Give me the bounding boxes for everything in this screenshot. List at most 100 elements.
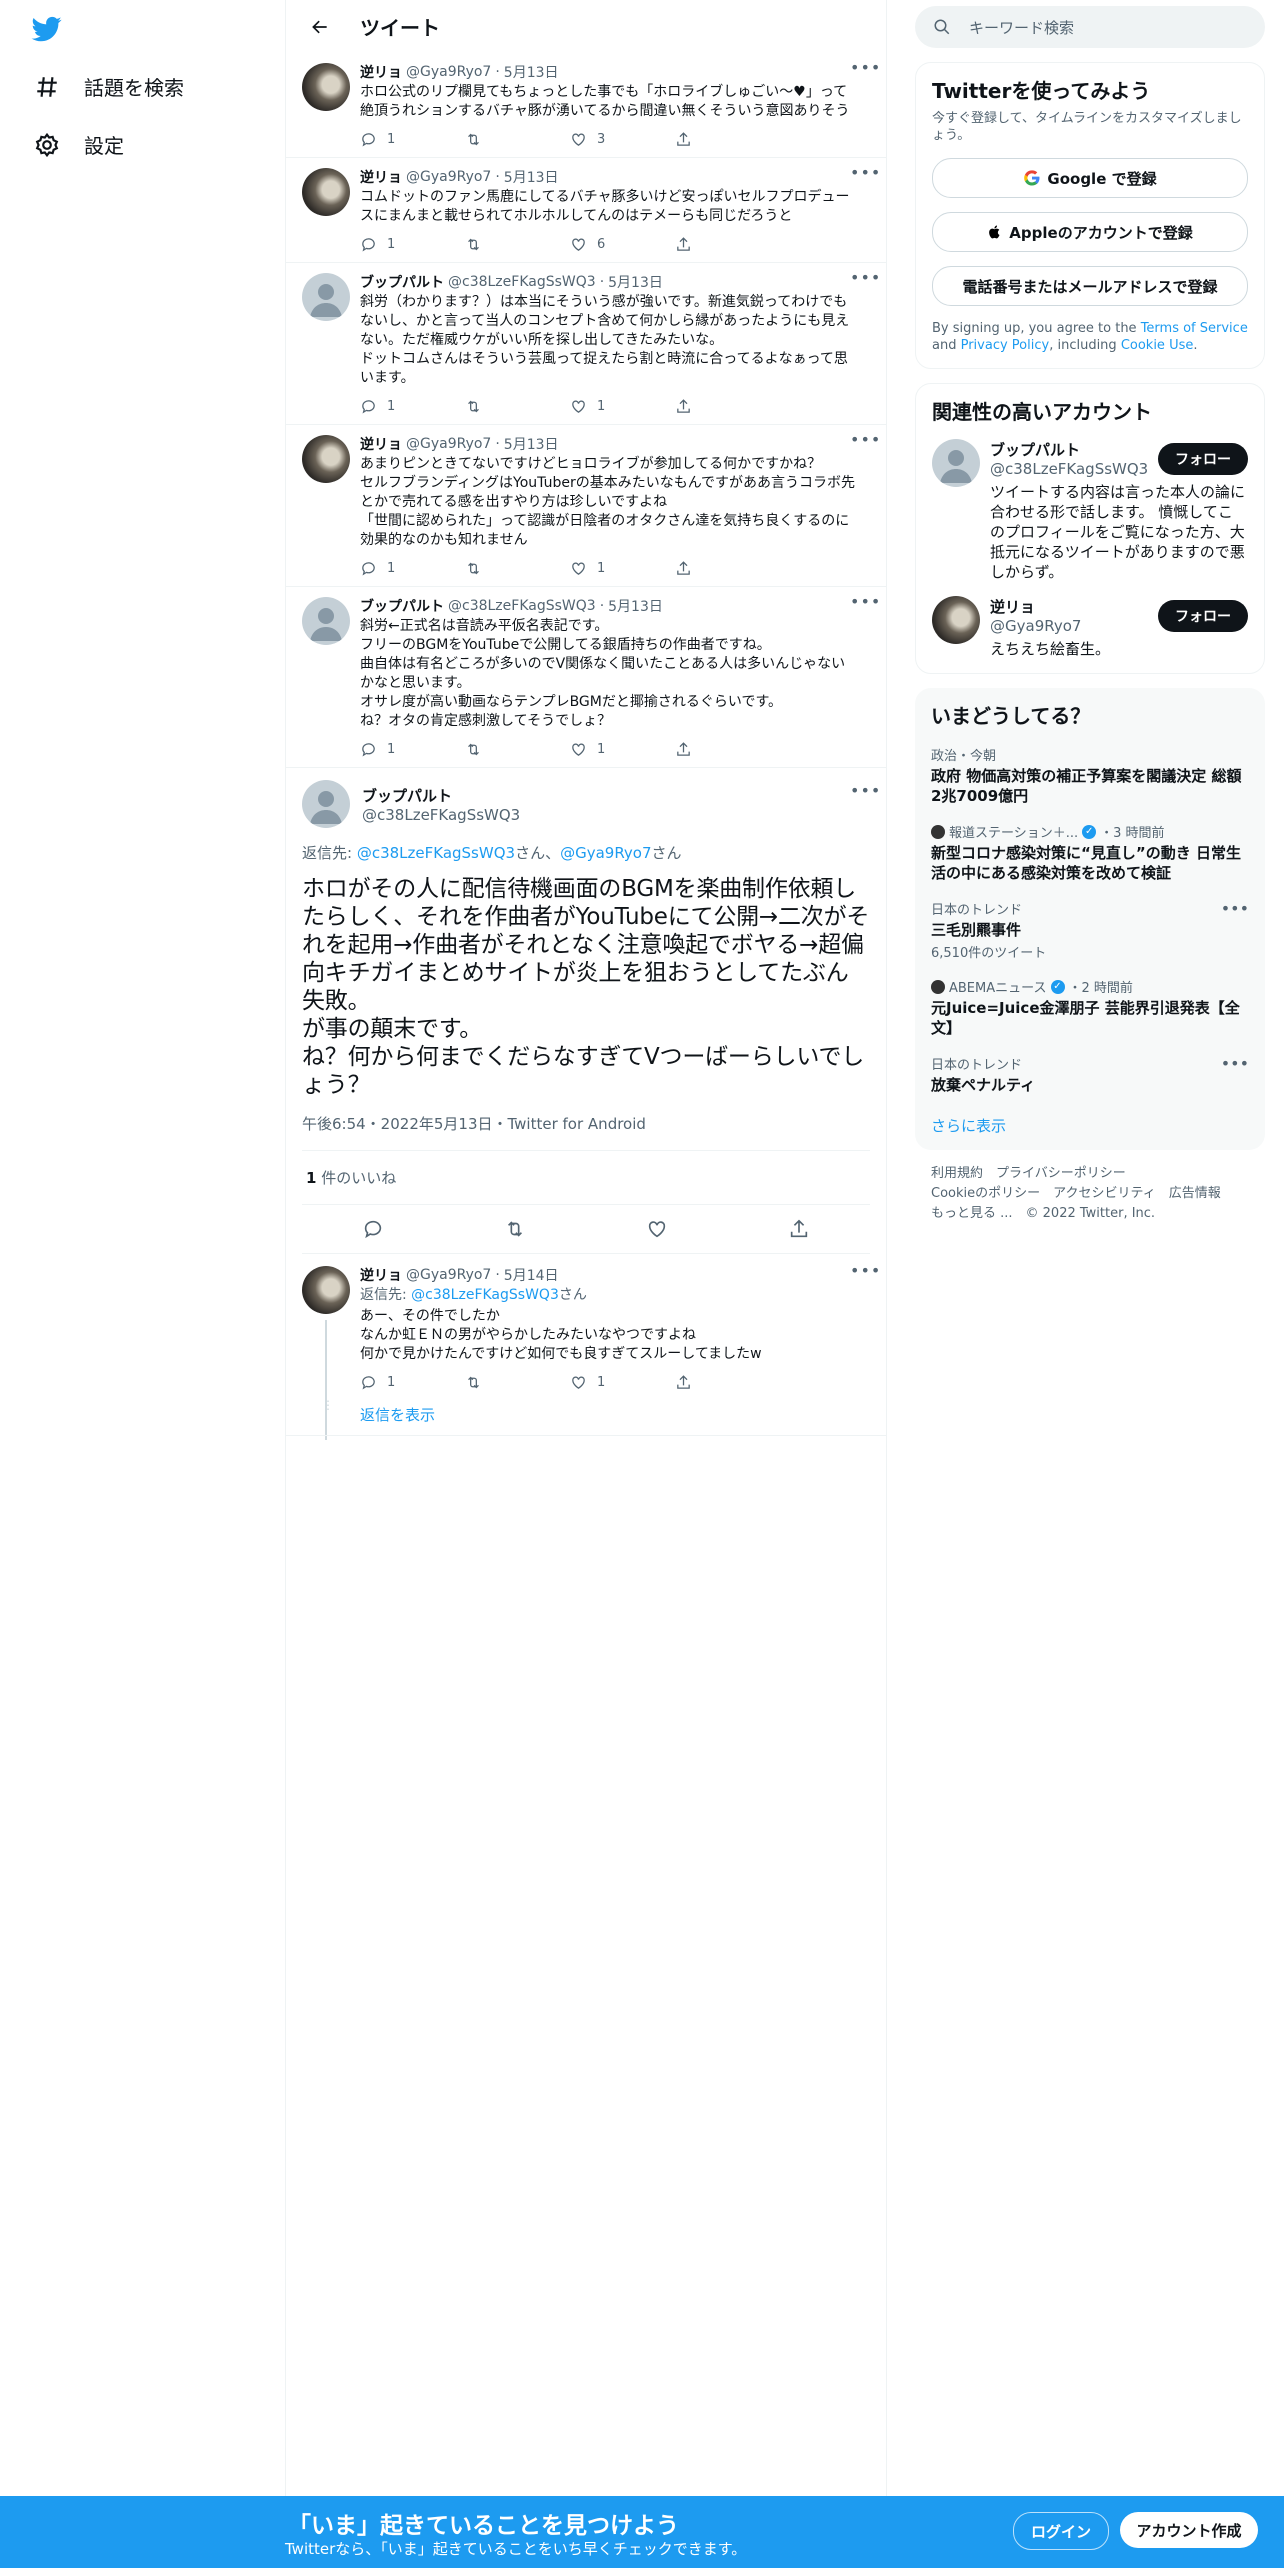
retweet-button[interactable] <box>465 1374 570 1391</box>
nav-explore[interactable]: 話題を検索 <box>34 72 184 101</box>
google-signup-button[interactable]: Google で登録 <box>932 158 1248 198</box>
retweet-button[interactable] <box>465 560 570 577</box>
tweet-author-name[interactable]: ブップパルト <box>360 596 444 616</box>
show-replies-link[interactable]: ⋮ 返信を表示 <box>286 1399 886 1436</box>
tweet-author-handle[interactable]: @Gya9Ryo7 <box>406 64 491 80</box>
trend-item[interactable]: ABEMAニュース ✓ ・2 時間前 元Juice=Juice金澤朋子 芸能界引退発… <box>931 977 1249 1038</box>
likes-count-link[interactable]: 1 件のいいね <box>302 1151 870 1205</box>
trend-item[interactable]: 報道ステーション＋... ✓ ・3 時間前 新型コロナ感染対策に“見直し”の動き 日… <box>931 822 1249 883</box>
share-button[interactable] <box>675 398 780 415</box>
reply-button[interactable]: 1 <box>360 1374 465 1391</box>
more-options-icon[interactable]: ••• <box>1221 1054 1249 1073</box>
share-icon[interactable] <box>788 1218 810 1240</box>
avatar[interactable] <box>302 1266 350 1314</box>
avatar[interactable] <box>302 435 350 483</box>
thread-tweet[interactable]: ブップパルト @c38LzeFKagSsWQ3 · 5月13日 ••• 斜労（わかります？… <box>286 263 886 425</box>
footer-line[interactable]: Cookieのポリシー アクセシビリティ 広告情報 <box>931 1184 1249 1204</box>
account-suggestion[interactable]: ブップパルト @c38LzeFKagSsWQ3 ツイートする内容は言った本人の論… <box>932 439 1248 582</box>
tweet-author-name[interactable]: ブップパルト <box>360 272 444 292</box>
reply-tweet[interactable]: 逆リョ @Gya9Ryo7 · 5月14日 ••• 返信先: @c38LzeFK… <box>286 1254 886 1440</box>
avatar[interactable] <box>932 439 980 487</box>
signup-button[interactable]: アカウント作成 <box>1120 2512 1258 2548</box>
like-button[interactable]: 1 <box>570 560 675 577</box>
follow-button[interactable]: フォロー <box>1158 600 1248 632</box>
share-button[interactable] <box>675 741 780 758</box>
twitter-logo-icon[interactable] <box>30 14 64 44</box>
tweet-date[interactable]: 5月13日 <box>504 62 559 82</box>
account-suggestion[interactable]: 逆リョ @Gya9Ryo7 えちえち絵畜生。 フォロー <box>932 596 1248 659</box>
nav-settings[interactable]: 設定 <box>34 130 124 159</box>
tweet-date[interactable]: 5月13日 <box>608 272 663 292</box>
reply-button[interactable]: 1 <box>360 741 465 758</box>
tweet-author-handle[interactable]: @c38LzeFKagSsWQ3 <box>448 274 596 290</box>
search-input[interactable]: キーワード検索 <box>915 6 1265 48</box>
like-button[interactable]: 1 <box>570 741 675 758</box>
tweet-date[interactable]: 5月13日 <box>504 434 559 454</box>
retweet-icon[interactable] <box>504 1218 526 1240</box>
more-options-icon[interactable]: ••• <box>850 783 880 804</box>
tweet-author-name[interactable]: 逆リョ <box>360 1265 402 1285</box>
footer-line[interactable]: もっと見る ... © 2022 Twitter, Inc. <box>931 1204 1249 1224</box>
reply-icon[interactable] <box>362 1218 384 1240</box>
focused-tweet-handle[interactable]: @c38LzeFKagSsWQ3 <box>362 806 520 824</box>
more-options-icon[interactable]: ••• <box>850 432 880 453</box>
reply-to-link[interactable]: @c38LzeFKagSsWQ3 <box>357 844 515 862</box>
like-button[interactable]: 3 <box>570 131 675 148</box>
reply-button[interactable]: 1 <box>360 560 465 577</box>
retweet-button[interactable] <box>465 398 570 415</box>
more-options-icon[interactable]: ••• <box>1221 899 1249 918</box>
terms-link[interactable]: Terms of Service <box>1141 321 1248 336</box>
reply-to-link[interactable]: @c38LzeFKagSsWQ3 <box>411 1287 559 1303</box>
avatar[interactable] <box>302 63 350 111</box>
avatar[interactable] <box>932 596 980 644</box>
back-button[interactable] <box>302 9 338 45</box>
reply-button[interactable]: 1 <box>360 398 465 415</box>
show-more-link[interactable]: さらに表示 <box>931 1115 1249 1136</box>
cookie-link[interactable]: Cookie Use <box>1121 338 1194 353</box>
reply-button[interactable]: 1 <box>360 131 465 148</box>
avatar[interactable] <box>302 597 350 645</box>
more-options-icon[interactable]: ••• <box>850 165 880 186</box>
share-button[interactable] <box>675 131 780 148</box>
like-button[interactable]: 1 <box>570 398 675 415</box>
retweet-button[interactable] <box>465 741 570 758</box>
tweet-author-handle[interactable]: @Gya9Ryo7 <box>406 1267 491 1283</box>
like-button[interactable]: 6 <box>570 236 675 253</box>
thread-tweet[interactable]: 逆リョ @Gya9Ryo7 · 5月13日 ••• あまりピンときてないですけどヒョロライ… <box>286 425 886 587</box>
tweet-date[interactable]: 5月13日 <box>504 167 559 187</box>
login-button[interactable]: ログイン <box>1013 2512 1109 2550</box>
follow-button[interactable]: フォロー <box>1158 443 1248 475</box>
tweet-date[interactable]: 5月13日 <box>608 596 663 616</box>
more-options-icon[interactable]: ••• <box>850 270 880 291</box>
more-options-icon[interactable]: ••• <box>850 1263 880 1284</box>
thread-tweet[interactable]: 逆リョ @Gya9Ryo7 · 5月13日 ••• コムドットのファン馬鹿にしてるバチャ豚… <box>286 158 886 263</box>
phone-email-signup-button[interactable]: 電話番号またはメールアドレスで登録 <box>932 266 1248 306</box>
avatar[interactable] <box>302 273 350 321</box>
focused-tweet-name[interactable]: ブップパルト <box>362 785 520 806</box>
avatar[interactable] <box>302 780 350 828</box>
retweet-button[interactable] <box>465 131 570 148</box>
share-button[interactable] <box>675 236 780 253</box>
reply-to-link[interactable]: @Gya9Ryo7 <box>560 844 651 862</box>
focused-tweet-user[interactable]: ブップパルト @c38LzeFKagSsWQ3 <box>302 780 870 828</box>
share-button[interactable] <box>675 560 780 577</box>
thread-tweet[interactable]: 逆リョ @Gya9Ryo7 · 5月13日 ••• ホロ公式のリプ欄見てもちょっとした事で… <box>286 53 886 158</box>
tweet-author-name[interactable]: 逆リョ <box>360 62 402 82</box>
more-options-icon[interactable]: ••• <box>850 594 880 615</box>
share-button[interactable] <box>675 1374 780 1391</box>
trend-item[interactable]: 日本のトレンド 三毛別羆事件 6,510件のツイート ••• <box>931 899 1249 961</box>
tweet-author-name[interactable]: 逆リョ <box>360 434 402 454</box>
tweet-timestamp[interactable]: 午後6:54・2022年5月13日・Twitter for Android <box>302 1113 870 1151</box>
trend-item[interactable]: 日本のトレンド 放棄ペナルティ ••• <box>931 1054 1249 1095</box>
tweet-author-handle[interactable]: @Gya9Ryo7 <box>406 169 491 185</box>
trend-item[interactable]: 政治・今朝 政府 物価高対策の補正予算案を閣議決定 総額2兆7009億円 <box>931 745 1249 806</box>
avatar[interactable] <box>302 168 350 216</box>
like-button[interactable]: 1 <box>570 1374 675 1391</box>
reply-button[interactable]: 1 <box>360 236 465 253</box>
more-options-icon[interactable]: ••• <box>850 60 880 81</box>
apple-signup-button[interactable]: Appleのアカウントで登録 <box>932 212 1248 252</box>
like-icon[interactable] <box>646 1218 668 1240</box>
retweet-button[interactable] <box>465 236 570 253</box>
footer-links[interactable]: 利用規約 プライバシーポリシー Cookieのポリシー アクセシビリティ 広告情… <box>915 1164 1265 1224</box>
tweet-author-handle[interactable]: @c38LzeFKagSsWQ3 <box>448 598 596 614</box>
